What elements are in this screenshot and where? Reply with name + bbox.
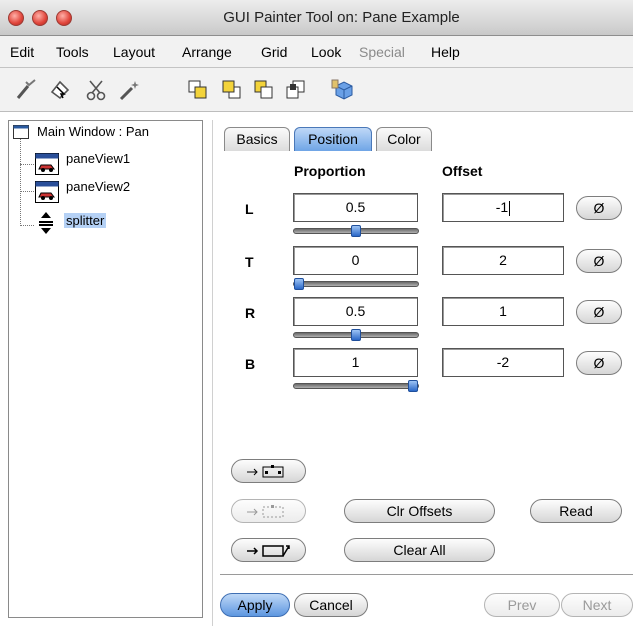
pane-view-icon [35, 181, 59, 203]
tree-item-paneview1[interactable]: paneView1 [66, 151, 130, 166]
menu-special: Special [359, 44, 405, 60]
apply-button[interactable]: Apply [220, 593, 290, 617]
left-proportion-field[interactable]: 0.5 [293, 193, 418, 222]
right-proportion-field[interactable]: 0.5 [293, 297, 418, 326]
send-to-back-icon[interactable] [220, 78, 244, 102]
right-zero-button[interactable]: Ø [576, 300, 622, 324]
paste-layout-button[interactable] [231, 459, 306, 483]
bottom-proportion-field[interactable]: 1 [293, 348, 418, 377]
text-caret [509, 200, 511, 216]
top-zero-button[interactable]: Ø [576, 249, 622, 273]
proportion-header: Proportion [294, 163, 366, 179]
prev-button: Prev [484, 593, 560, 617]
menu-look[interactable]: Look [311, 44, 341, 60]
menu-grid[interactable]: Grid [261, 44, 287, 60]
menu-arrange[interactable]: Arrange [182, 44, 232, 60]
cancel-button[interactable]: Cancel [294, 593, 368, 617]
toolbar [0, 68, 633, 112]
next-button: Next [561, 593, 633, 617]
left-offset-field[interactable]: -1 [442, 193, 564, 222]
right-row-label: R [245, 305, 256, 321]
menu-help[interactable]: Help [431, 44, 460, 60]
panel-divider[interactable] [212, 120, 213, 626]
pane-view-icon [35, 153, 59, 175]
tab-basics[interactable]: Basics [224, 127, 290, 151]
tab-color[interactable]: Color [376, 127, 432, 151]
menu-bar: Edit Tools Layout Arrange Grid Look Spec… [0, 36, 633, 68]
slider-knob[interactable] [351, 329, 361, 341]
apply-layout-button[interactable] [231, 538, 306, 562]
bottom-zero-button[interactable]: Ø [576, 351, 622, 375]
send-backward-icon[interactable] [284, 78, 308, 102]
copy-layout-button [231, 499, 306, 523]
select-arrow-icon[interactable] [48, 78, 72, 102]
cube-paint-icon[interactable] [330, 78, 354, 102]
component-tree[interactable]: Main Window : Pan paneView1 paneView2 sp… [8, 120, 203, 618]
tab-position[interactable]: Position [294, 127, 372, 151]
slider-knob[interactable] [294, 278, 304, 290]
tree-item-paneview2[interactable]: paneView2 [66, 179, 130, 194]
left-offset-value: -1 [495, 199, 509, 215]
bottom-row-label: B [245, 356, 256, 372]
title-bar: GUI Painter Tool on: Pane Example [0, 0, 633, 36]
wand-check-icon[interactable] [14, 78, 38, 102]
bring-to-front-icon[interactable] [186, 78, 210, 102]
window-icon [13, 125, 29, 139]
menu-edit[interactable]: Edit [10, 44, 34, 60]
splitter-icon [39, 212, 53, 234]
top-proportion-slider[interactable] [293, 278, 419, 290]
clear-offsets-button[interactable]: Clr Offsets [344, 499, 495, 523]
menu-tools[interactable]: Tools [56, 44, 89, 60]
clear-all-button[interactable]: Clear All [344, 538, 495, 562]
bottom-proportion-slider[interactable] [293, 380, 419, 392]
menu-layout[interactable]: Layout [113, 44, 155, 60]
top-row-label: T [245, 254, 254, 270]
left-proportion-slider[interactable] [293, 225, 419, 237]
tree-item-splitter[interactable]: splitter [64, 213, 107, 228]
top-offset-field[interactable]: 2 [442, 246, 564, 275]
left-zero-button[interactable]: Ø [576, 196, 622, 220]
top-proportion-field[interactable]: 0 [293, 246, 418, 275]
layout-arrow-icon [247, 465, 284, 478]
read-button[interactable]: Read [530, 499, 622, 523]
right-offset-field[interactable]: 1 [442, 297, 564, 326]
wand-icon[interactable] [118, 78, 142, 102]
bottom-offset-field[interactable]: -2 [442, 348, 564, 377]
window-title: GUI Painter Tool on: Pane Example [223, 9, 460, 26]
footer-divider [220, 574, 633, 575]
tree-item-main-window[interactable]: Main Window : Pan [37, 124, 149, 139]
layout-resize-icon [247, 545, 290, 557]
slider-knob[interactable] [408, 380, 418, 392]
offset-header: Offset [442, 163, 483, 179]
bring-forward-icon[interactable] [252, 78, 276, 102]
scissors-icon[interactable] [84, 78, 108, 102]
slider-knob[interactable] [351, 225, 361, 237]
left-row-label: L [245, 201, 254, 217]
right-proportion-slider[interactable] [293, 329, 419, 341]
layout-dotted-icon [247, 505, 284, 518]
